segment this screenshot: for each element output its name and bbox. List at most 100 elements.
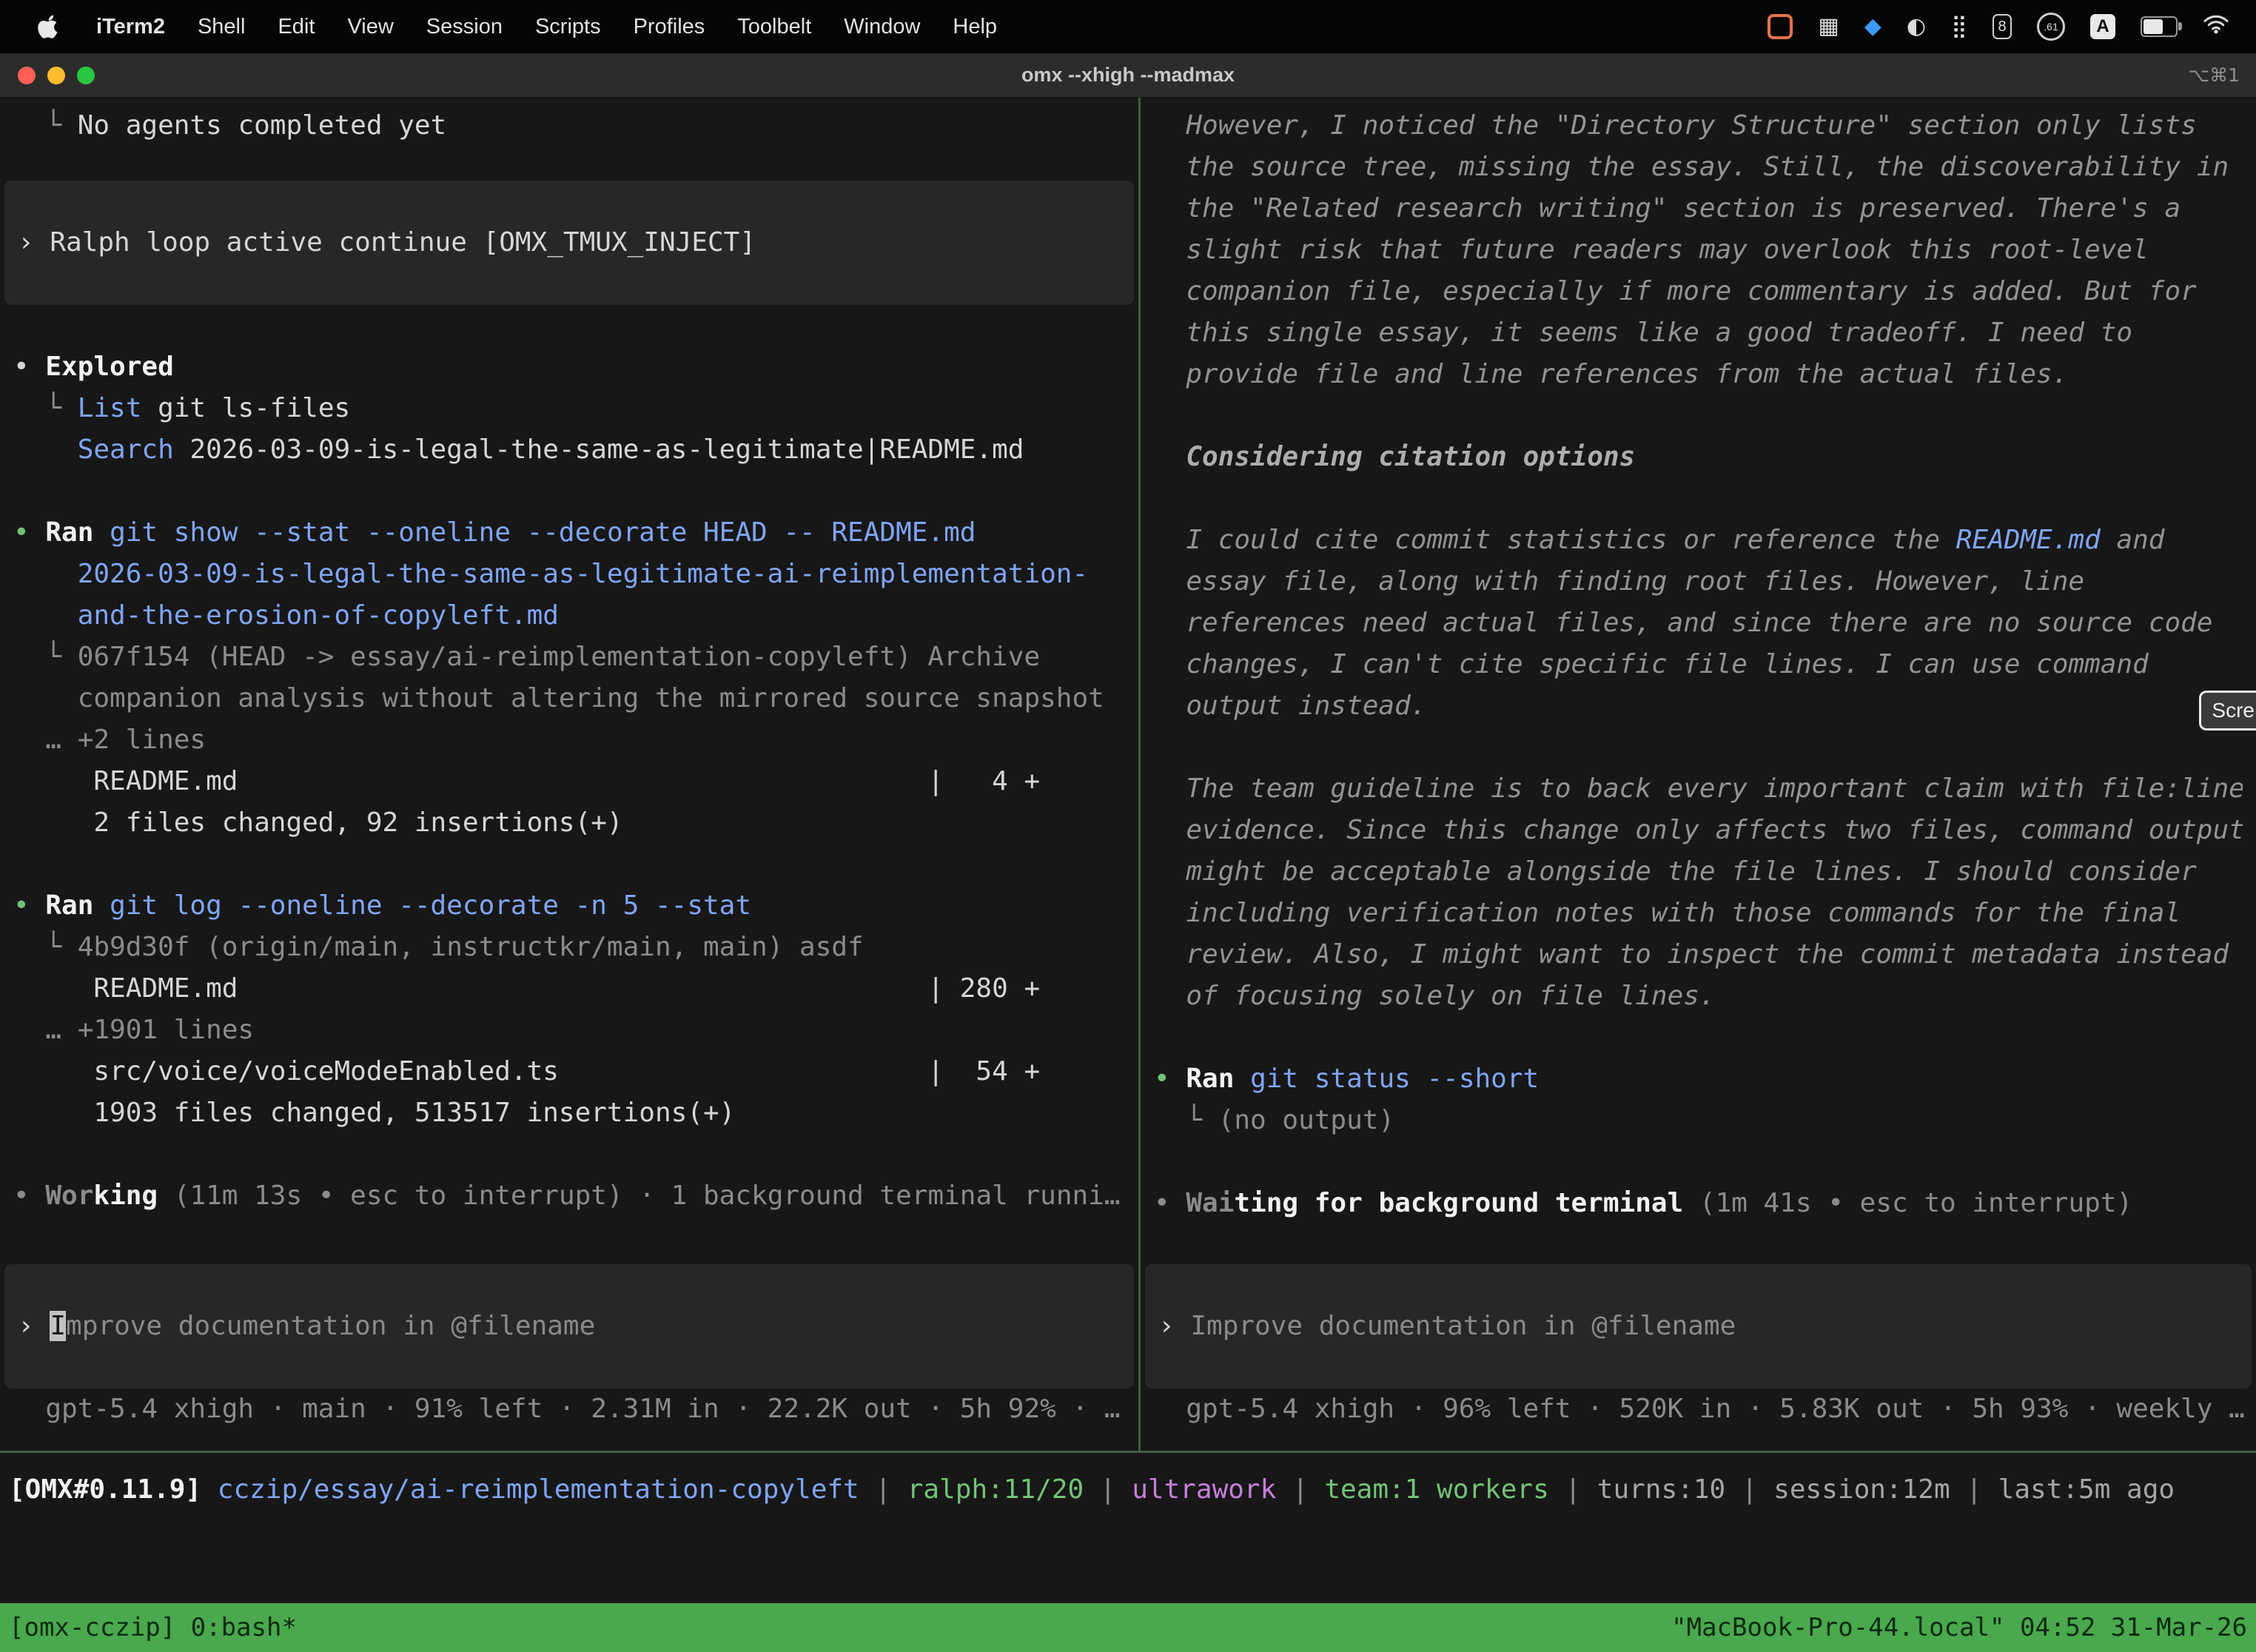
terminal-line: └ List git ls-files	[13, 388, 1125, 429]
terminal-line: However, I noticed the "Directory Struct…	[1154, 105, 2243, 147]
menu-status-icons: ▦ ◆ ◐ ⣿ 8 .61 A	[1767, 13, 2229, 41]
tmux-status-bar: [omx-cczip] 0:bash* "MacBook-Pro-44.loca…	[0, 1603, 2256, 1652]
terminal-line: • Ran git status --short	[1154, 1058, 2243, 1100]
terminal-line: 2 files changed, 92 insertions(+)	[13, 802, 1125, 844]
menu-item-iterm2[interactable]: iTerm2	[96, 15, 165, 39]
tmux-panes: └ No agents completed yet › Ralph loop a…	[0, 98, 2256, 1451]
terminal-line: … +2 lines	[13, 719, 1125, 761]
menu-item-shell[interactable]: Shell	[198, 15, 246, 39]
window-title: omx --xhigh --madmax	[0, 64, 2256, 87]
menu-items: iTerm2 Shell Edit View Session Scripts Profile…	[64, 15, 997, 39]
pane-left-top-output: └ No agents completed yet	[0, 105, 1138, 147]
terminal-line: Considering citation options	[1154, 437, 2243, 478]
menu-item-view[interactable]: View	[347, 15, 393, 39]
terminal-line: of focusing solely on file lines.	[1154, 976, 2243, 1017]
terminal: └ No agents completed yet › Ralph loop a…	[0, 98, 2256, 1652]
battery-percent-badge-icon[interactable]: .61	[2037, 13, 2065, 41]
blue-app-icon[interactable]: ◆	[1864, 16, 1881, 38]
terminal-line	[1154, 1141, 2243, 1183]
terminal-line: 2026-03-09-is-legal-the-same-as-legitima…	[13, 554, 1125, 595]
terminal-line: references need actual files, and since …	[1154, 602, 2243, 644]
prompt-input-left[interactable]: › Improve documentation in @filename	[4, 1264, 1134, 1389]
grid-icon[interactable]: ▦	[1818, 16, 1839, 38]
wifi-icon[interactable]	[2203, 14, 2229, 39]
menu-item-edit[interactable]: Edit	[278, 15, 315, 39]
terminal-line: changes, I can't cite specific file line…	[1154, 644, 2243, 685]
terminal-line: └ 067f154 (HEAD -> essay/ai-reimplementa…	[13, 637, 1125, 678]
title-bar: omx --xhigh --madmax ⌥⌘1	[0, 53, 2256, 98]
terminal-line: README.md | 4 +	[13, 761, 1125, 802]
menu-item-session[interactable]: Session	[426, 15, 503, 39]
terminal-line	[1154, 1017, 2243, 1058]
traffic-lights	[0, 67, 95, 84]
terminal-line: └ (no output)	[1154, 1100, 2243, 1141]
terminal-empty-area	[0, 1511, 2256, 1603]
input-source-icon[interactable]: A	[2090, 14, 2115, 39]
terminal-line: provide file and line references from th…	[1154, 354, 2243, 395]
terminal-line	[13, 1134, 1125, 1175]
terminal-line: review. Also, I might want to inspect th…	[1154, 934, 2243, 976]
close-button[interactable]	[18, 67, 36, 84]
terminal-line	[1154, 395, 2243, 437]
prompt-input-right-line[interactable]: › Improve documentation in @filename	[1154, 1306, 2243, 1347]
terminal-line	[1154, 478, 2243, 520]
terminal-line: Search 2026-03-09-is-legal-the-same-as-l…	[13, 429, 1125, 471]
terminal-line	[13, 844, 1125, 885]
apple-menu-icon[interactable]	[37, 13, 59, 40]
terminal-line: I could cite commit statistics or refere…	[1154, 520, 2243, 561]
pane-left-bottom: › Improve documentation in @filename gpt…	[0, 1264, 1138, 1451]
terminal-line: output instead.	[1154, 685, 2243, 727]
terminal-line: evidence. Since this change only affects…	[1154, 810, 2243, 851]
omx-status-bar: [OMX#0.11.9] cczip/essay/ai-reimplementa…	[0, 1469, 2256, 1511]
terminal-line: including verification notes with those …	[1154, 893, 2243, 934]
key-icon[interactable]: 8	[1993, 14, 2012, 39]
terminal-line: README.md | 280 +	[13, 968, 1125, 1010]
menu-item-window[interactable]: Window	[844, 15, 920, 39]
menu-bar: iTerm2 Shell Edit View Session Scripts Profile…	[0, 0, 2256, 53]
iterm-window: omx --xhigh --madmax ⌥⌘1 └ No agents com…	[0, 53, 2256, 1652]
terminal-line	[13, 471, 1125, 512]
window-shortcut: ⌥⌘1	[2188, 64, 2256, 86]
menu-item-profiles[interactable]: Profiles	[634, 15, 705, 39]
dots-grid-icon[interactable]: ⣿	[1951, 16, 1967, 38]
terminal-line: 1903 files changed, 513517 insertions(+)	[13, 1092, 1125, 1134]
agent-pane-left: └ No agents completed yet › Ralph loop a…	[0, 98, 1138, 1451]
battery-icon[interactable]	[2141, 16, 2178, 37]
screen-share-overlay[interactable]: Scre	[2199, 691, 2256, 731]
model-status-right: gpt-5.4 xhigh · 96% left · 520K in · 5.8…	[1141, 1389, 2256, 1430]
terminal-line: • Ran git log --oneline --decorate -n 5 …	[13, 885, 1125, 927]
menu-item-help[interactable]: Help	[953, 15, 997, 39]
terminal-line: this single essay, it seems like a good …	[1154, 312, 2243, 354]
terminal-line	[1154, 727, 2243, 768]
terminal-line: … +1901 lines	[13, 1010, 1125, 1051]
terminal-line: essay file, along with finding root file…	[1154, 561, 2243, 602]
minimize-button[interactable]	[47, 67, 65, 84]
terminal-line: might be acceptable alongside the file l…	[1154, 851, 2243, 893]
terminal-line: └ 4b9d30f (origin/main, instructkr/main,…	[13, 927, 1125, 968]
terminal-line: the "Related research writing" section i…	[1154, 188, 2243, 229]
prompt-input-left-line[interactable]: › Improve documentation in @filename	[13, 1306, 1125, 1347]
prompt-input-right[interactable]: › Improve documentation in @filename	[1145, 1264, 2252, 1389]
terminal-line: • Explored	[13, 346, 1125, 388]
terminal-line: src/voice/voiceModeEnabled.ts | 54 +	[13, 1051, 1125, 1092]
terminal-line: the source tree, missing the essay. Stil…	[1154, 147, 2243, 188]
horizontal-pane-divider	[0, 1451, 2256, 1453]
model-status-left: gpt-5.4 xhigh · main · 91% left · 2.31M …	[0, 1389, 1138, 1430]
terminal-line: and-the-erosion-of-copyleft.md	[13, 595, 1125, 637]
terminal-line: slight risk that future readers may over…	[1154, 229, 2243, 271]
inject-message-box: › Ralph loop active continue [OMX_TMUX_I…	[4, 181, 1134, 305]
terminal-line: └ No agents completed yet	[13, 105, 1125, 147]
terminal-line: companion file, especially if more comme…	[1154, 271, 2243, 312]
zoom-button[interactable]	[77, 67, 95, 84]
menu-item-toolbelt[interactable]: Toolbelt	[737, 15, 811, 39]
terminal-line: • Waiting for background terminal (1m 41…	[1154, 1183, 2243, 1224]
pane-right-output: However, I noticed the "Directory Struct…	[1141, 105, 2256, 1224]
inject-message-line: › Ralph loop active continue [OMX_TMUX_I…	[13, 222, 1125, 263]
screen-recording-indicator-icon[interactable]	[1767, 14, 1793, 39]
terminal-line: companion analysis without altering the …	[13, 678, 1125, 719]
contrast-icon[interactable]: ◐	[1907, 16, 1926, 38]
menu-item-scripts[interactable]: Scripts	[535, 15, 601, 39]
pane-left-output: • Explored └ List git ls-files Search 20…	[0, 346, 1138, 1217]
terminal-line: The team guideline is to back every impo…	[1154, 768, 2243, 810]
pane-right-bottom: › Improve documentation in @filename gpt…	[1141, 1264, 2256, 1451]
